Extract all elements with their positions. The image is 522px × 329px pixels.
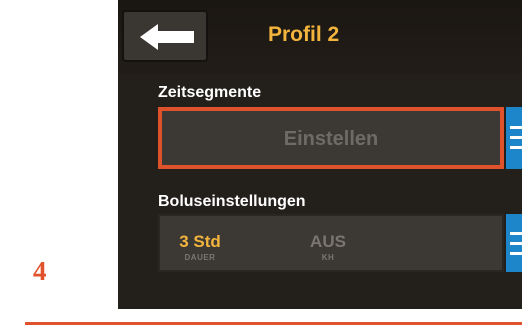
bolus-settings-button[interactable]: 3 Std DAUER AUS KH (158, 214, 504, 272)
segments-menu-button[interactable] (506, 107, 522, 169)
divider-line (25, 322, 522, 325)
step-number: 4 (33, 256, 47, 286)
bolus-menu-button[interactable] (506, 214, 522, 272)
set-segments-button-label: Einstellen (283, 128, 379, 150)
page-title: Profil 2 (268, 23, 340, 46)
carb-value: AUS (310, 232, 346, 251)
duration-caption: DAUER (184, 253, 216, 262)
back-button[interactable] (122, 10, 208, 62)
set-segments-button[interactable]: Einstellen (158, 107, 504, 169)
bolus-section-label: Boluseinstellungen (158, 193, 306, 210)
duration-value: 3 Std (179, 232, 221, 251)
pump-screen: Profil 2 Zeitsegmente Einstellen Bolusei… (118, 0, 522, 309)
segments-section-label: Zeitsegmente (158, 84, 262, 101)
top-bar: Profil 2 (118, 0, 522, 74)
arrow-left-icon (140, 24, 194, 50)
carb-caption: KH (321, 253, 335, 262)
